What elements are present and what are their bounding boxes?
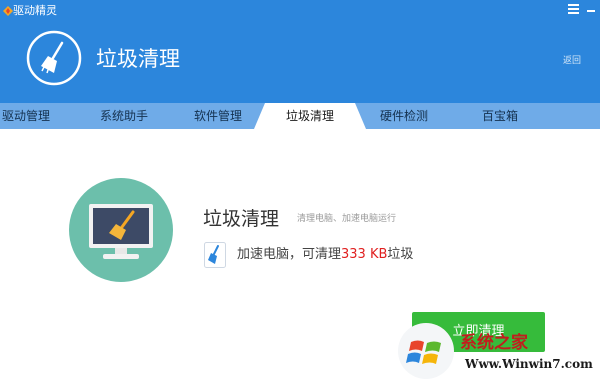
monitor-cleanup-icon (69, 178, 173, 282)
small-broom-icon (204, 242, 226, 268)
tab-system-assistant[interactable]: 系统助手 (92, 103, 156, 129)
watermark-brand: 系统之家 (460, 333, 528, 353)
tab-hardware-detection[interactable]: 硬件检测 (372, 103, 436, 129)
tab-software-management[interactable]: 软件管理 (186, 103, 250, 129)
windows-logo-icon (398, 323, 454, 379)
info-prefix: 加速电脑，可清理 (237, 247, 342, 262)
broom-icon (26, 30, 82, 86)
minimize-icon[interactable] (587, 10, 595, 12)
tab-driver-management[interactable]: 驱动管理 (0, 103, 54, 129)
watermark-url: Www.Winwin7.com (465, 357, 593, 371)
module-header: 垃圾清理 返回 (0, 24, 600, 103)
tab-junk-cleanup[interactable]: 垃圾清理 (278, 103, 342, 129)
header-title: 垃圾清理 (96, 47, 180, 71)
cleanup-info: 加速电脑，可清理333 KB垃圾 (237, 246, 413, 264)
tab-toolbox[interactable]: 百宝箱 (472, 103, 528, 129)
title-bar: 驱动精灵 (0, 0, 600, 24)
info-suffix: 垃圾 (387, 247, 414, 262)
app-name: 驱动精灵 (13, 4, 57, 17)
cleanup-subtitle: 清理电脑、加速电脑运行 (297, 214, 397, 224)
junk-size: 333 KB (341, 247, 388, 262)
back-link[interactable]: 返回 (563, 55, 581, 67)
driver-genius-window: 驱动精灵 垃圾清理 返回 驱动管理 系统助手 软件管理 硬件检测 百宝箱 垃圾清… (0, 0, 600, 380)
menu-icon[interactable] (568, 4, 579, 14)
cleanup-title: 垃圾清理 (203, 208, 280, 230)
